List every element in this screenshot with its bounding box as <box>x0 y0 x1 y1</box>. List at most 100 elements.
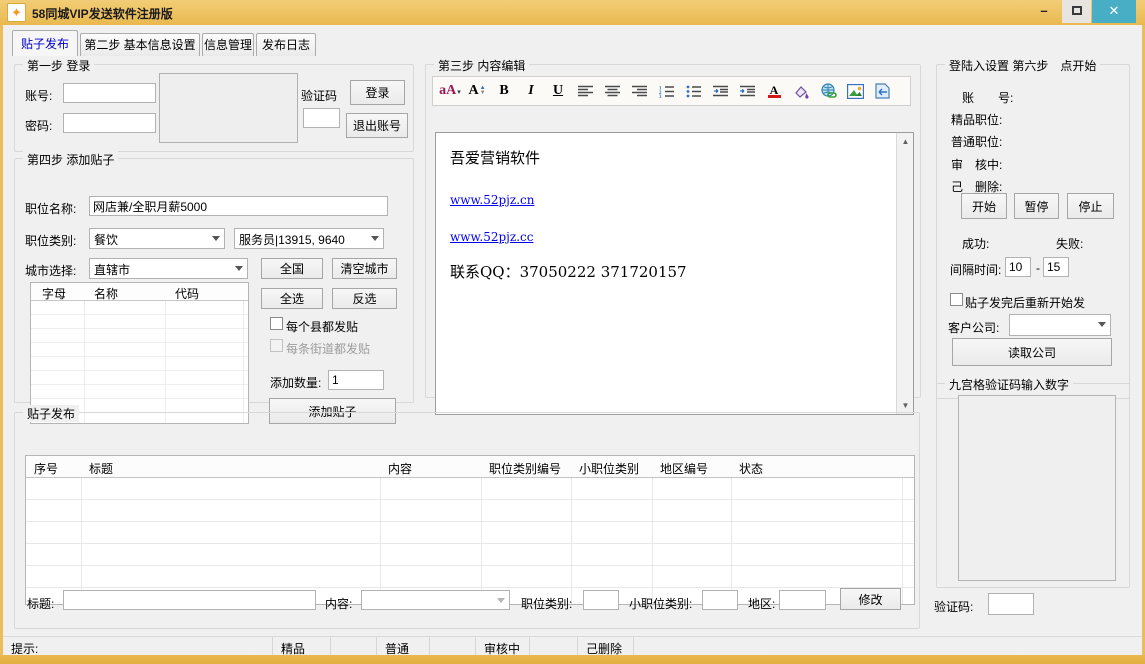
post-table[interactable]: 序号 标题 内容 职位类别编号 小职位类别 地区编号 状态 <box>25 455 915 605</box>
italic-icon[interactable]: I <box>519 79 543 103</box>
edit-region-input[interactable] <box>779 590 826 610</box>
captcha-grid-box[interactable] <box>958 395 1116 581</box>
tab-label: 贴子发布 <box>21 37 69 51</box>
account-input[interactable] <box>63 83 156 103</box>
col-category-no: 职位类别编号 <box>489 460 561 477</box>
stop-button[interactable]: 停止 <box>1067 193 1114 219</box>
edit-category-input[interactable] <box>583 590 619 610</box>
status-hint-label: 提示: <box>11 642 38 656</box>
col-subcategory: 小职位类别 <box>579 460 639 477</box>
app-window: ✦ 58同城VIP发送软件注册版 – ✕ 贴子发布 第二步 基本信息设置 信息管… <box>0 0 1145 664</box>
login-button[interactable]: 登录 <box>350 80 405 105</box>
ordered-list-icon[interactable]: 123 <box>654 79 678 103</box>
captcha-code-input[interactable] <box>988 593 1034 615</box>
underline-icon[interactable]: U <box>546 79 570 103</box>
editor-scrollbar[interactable]: ▲ ▼ <box>896 133 913 414</box>
fill-color-icon[interactable] <box>789 79 813 103</box>
outdent-icon[interactable] <box>708 79 732 103</box>
nationwide-button-label: 全国 <box>280 260 304 277</box>
align-center-icon[interactable] <box>600 79 624 103</box>
read-company-button[interactable]: 读取公司 <box>952 338 1112 366</box>
scroll-up-icon[interactable]: ▲ <box>897 133 914 150</box>
tab-post-publish[interactable]: 贴子发布 <box>12 30 78 56</box>
category-label: 职位类别: <box>25 232 76 249</box>
editor-toolbar: aA▾ A▲▼ B I U 123 A <box>432 76 911 106</box>
edit-content-label: 内容: <box>325 595 352 612</box>
start-button[interactable]: 开始 <box>961 193 1007 219</box>
maximize-icon <box>1072 6 1082 15</box>
company-combobox[interactable] <box>1009 314 1111 336</box>
city-col-code: 代码 <box>175 285 199 302</box>
modify-button-label: 修改 <box>858 591 882 608</box>
login-button-label: 登录 <box>365 84 389 101</box>
editor-content: 吾爱营销软件 www.52pjz.cn www.52pjz.cc 联系QQ：37… <box>436 133 896 414</box>
status-hint: 提示: <box>3 637 273 655</box>
pause-button[interactable]: 暂停 <box>1014 193 1059 219</box>
editor-group-title: 第三步 内容编辑 <box>434 57 529 74</box>
title-bar: ✦ 58同城VIP发送软件注册版 – ✕ <box>0 0 1145 25</box>
image-icon[interactable] <box>843 79 867 103</box>
invert-selection-button[interactable]: 反选 <box>332 288 397 309</box>
edit-subcategory-input[interactable] <box>702 590 738 610</box>
edit-title-input[interactable] <box>63 590 316 610</box>
start-button-label: 开始 <box>972 198 996 215</box>
city-value: 直辖市 <box>94 261 229 278</box>
select-all-button[interactable]: 全选 <box>261 288 323 309</box>
chevron-down-icon <box>212 236 220 241</box>
status-normal-label: 普通 <box>385 642 409 656</box>
nationwide-button[interactable]: 全国 <box>261 258 323 279</box>
content-editor[interactable]: 吾爱营销软件 www.52pjz.cn www.52pjz.cc 联系QQ：37… <box>435 132 914 415</box>
password-input[interactable] <box>63 113 156 133</box>
logout-button[interactable]: 退出账号 <box>346 113 408 138</box>
align-left-icon[interactable] <box>573 79 597 103</box>
edit-content-combobox[interactable] <box>361 590 510 610</box>
tab-basic-info[interactable]: 第二步 基本信息设置 <box>80 33 200 56</box>
client-area: 贴子发布 第二步 基本信息设置 信息管理 发布日志 第一步 登录 账号: 密码:… <box>3 25 1142 655</box>
city-table[interactable]: 字母 名称 代码 <box>30 282 249 424</box>
account-label: 账号: <box>25 87 52 104</box>
font-color-icon[interactable]: A <box>762 79 786 103</box>
city-combobox[interactable]: 直辖市 <box>89 258 248 279</box>
font-size-icon[interactable]: A▲▼ <box>465 79 489 103</box>
close-button[interactable]: ✕ <box>1092 0 1136 23</box>
tab-publish-log[interactable]: 发布日志 <box>256 33 316 56</box>
tab-info-manage[interactable]: 信息管理 <box>202 33 254 56</box>
bold-icon[interactable]: B <box>492 79 516 103</box>
county-checkbox[interactable] <box>270 317 283 330</box>
password-label: 密码: <box>25 117 52 134</box>
unordered-list-icon[interactable] <box>681 79 705 103</box>
city-table-header: 字母 名称 代码 <box>31 283 248 301</box>
html-source-icon[interactable] <box>870 79 894 103</box>
captcha-grid-group-title: 九宫格验证码输入数字 <box>945 376 1073 393</box>
position-name-input[interactable] <box>89 196 388 216</box>
minimize-icon: – <box>1040 3 1047 18</box>
editor-link-1[interactable]: www.52pjz.cn <box>450 193 534 207</box>
hyperlink-icon[interactable] <box>816 79 840 103</box>
interval-to-input[interactable] <box>1043 257 1069 277</box>
subcategory-value: 服务员|13915, 9640 <box>239 231 365 248</box>
category-value: 餐饮 <box>94 231 206 248</box>
captcha-input[interactable] <box>303 108 340 128</box>
modify-button[interactable]: 修改 <box>840 588 901 610</box>
align-right-icon[interactable] <box>627 79 651 103</box>
clear-cities-button[interactable]: 清空城市 <box>332 258 397 279</box>
category-combobox[interactable]: 餐饮 <box>89 228 225 249</box>
italic-glyph: I <box>528 83 533 99</box>
success-label: 成功: <box>962 235 989 252</box>
editor-link-2[interactable]: www.52pjz.cc <box>450 230 533 244</box>
edit-subcategory-label: 小职位类别: <box>629 595 692 612</box>
app-icon: ✦ <box>7 3 26 22</box>
maximize-button[interactable] <box>1062 0 1091 23</box>
subcategory-combobox[interactable]: 服务员|13915, 9640 <box>234 228 384 249</box>
company-label: 客户公司: <box>948 319 999 336</box>
interval-from-input[interactable] <box>1005 257 1031 277</box>
font-family-icon[interactable]: aA▾ <box>438 79 462 103</box>
quantity-input[interactable] <box>328 370 384 390</box>
minimize-button[interactable]: – <box>1028 0 1060 23</box>
login-group: 第一步 登录 账号: 密码: 验证码 登录 退出账号 <box>14 64 414 152</box>
repeat-checkbox[interactable] <box>950 293 963 306</box>
indent-icon[interactable] <box>735 79 759 103</box>
quantity-label: 添加数量: <box>270 374 321 391</box>
city-col-name: 名称 <box>94 285 118 302</box>
captcha-image-box[interactable] <box>159 73 298 143</box>
